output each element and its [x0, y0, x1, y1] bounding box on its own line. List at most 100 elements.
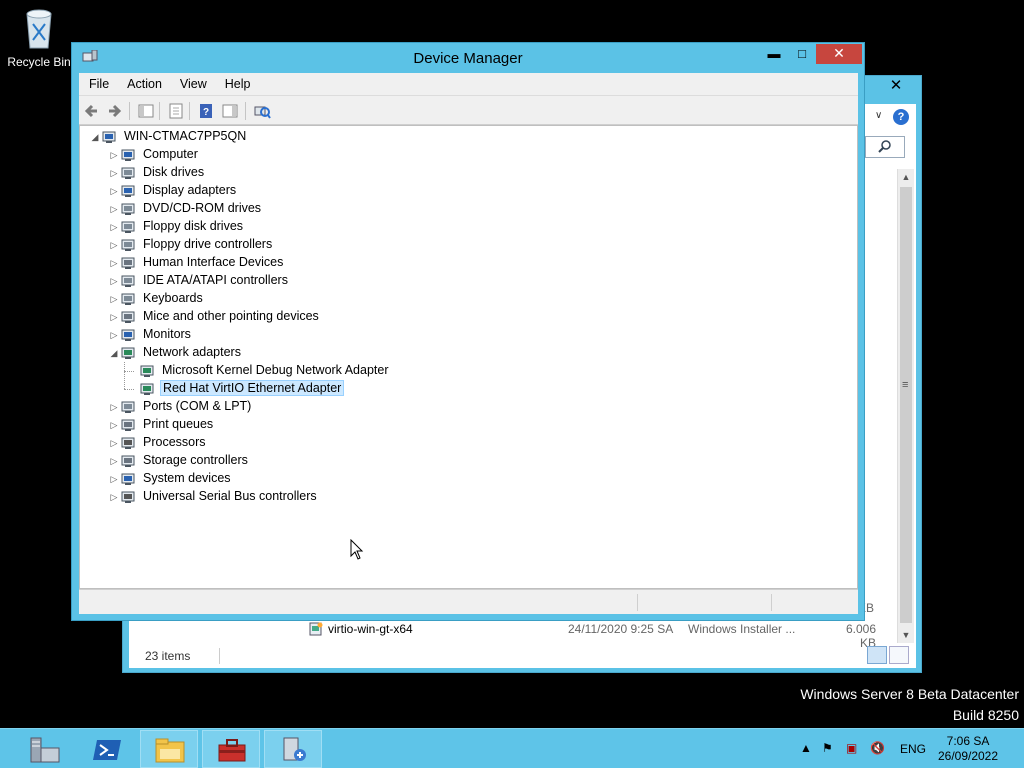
- explorer-close-button[interactable]: ✕: [871, 76, 921, 96]
- items-count: 23 items: [145, 649, 191, 663]
- network-error-icon[interactable]: ▣: [846, 741, 857, 755]
- scrollbar-thumb[interactable]: [900, 187, 912, 623]
- tree-node-label: Display adapters: [143, 183, 237, 197]
- tree-node-label: Storage controllers: [143, 453, 248, 467]
- menu-help[interactable]: Help: [215, 73, 259, 91]
- taskbar-powershell[interactable]: [78, 730, 136, 768]
- device-manager-window[interactable]: Device Manager ▬ □ ✕ File Action View Help …: [71, 42, 865, 621]
- tree-node-label: Mice and other pointing devices: [143, 309, 319, 323]
- close-button[interactable]: ✕: [816, 44, 862, 64]
- expand-arrow-icon[interactable]: ▷: [109, 454, 119, 468]
- help-book-icon[interactable]: ?: [197, 102, 215, 120]
- clock-date: 26/09/2022: [937, 749, 999, 763]
- details-view-icon[interactable]: [867, 646, 887, 664]
- title-bar[interactable]: Device Manager ▬ □ ✕: [72, 43, 864, 73]
- taskbar-toolbox[interactable]: [202, 730, 260, 768]
- scroll-grip-icon: ≡: [902, 379, 909, 391]
- status-bar: [79, 589, 858, 614]
- taskbar-device-manager[interactable]: [264, 730, 322, 768]
- recycle-bin-shortcut[interactable]: Recycle Bin: [4, 6, 74, 69]
- expand-arrow-icon[interactable]: ▷: [109, 328, 119, 342]
- mouse-icon: [121, 311, 135, 323]
- watermark-build: Build 8250: [952, 707, 1019, 723]
- speaker-muted-icon[interactable]: 🔇: [870, 741, 885, 755]
- collapse-arrow-icon[interactable]: ◢: [90, 130, 100, 144]
- printer-icon: [121, 419, 135, 431]
- watermark-edition: Windows Server 8 Beta Datacenter: [800, 686, 1019, 702]
- dvd-drive-icon: [121, 203, 135, 215]
- expand-arrow-icon[interactable]: ▷: [109, 310, 119, 324]
- show-hidden-icons-icon[interactable]: ▲: [800, 741, 812, 755]
- file-date: 24/11/2020 9:25 SA: [568, 622, 674, 636]
- action-center-flag-icon[interactable]: ⚑: [822, 741, 833, 755]
- minimize-button[interactable]: ▬: [761, 44, 787, 64]
- tree-node-label: Computer: [143, 147, 198, 161]
- show-hide-console-tree-icon[interactable]: [137, 102, 155, 120]
- forward-arrow-icon[interactable]: [105, 102, 123, 120]
- tree-node-label: Monitors: [143, 327, 191, 341]
- scan-hardware-changes-icon[interactable]: [253, 102, 271, 120]
- action-pane-icon[interactable]: [221, 102, 239, 120]
- installer-file-icon: [309, 622, 323, 636]
- search-icon: [878, 140, 891, 153]
- large-icons-view-icon[interactable]: [889, 646, 909, 664]
- expand-arrow-icon[interactable]: ▷: [109, 472, 119, 486]
- clock[interactable]: 7:06 SA 26/09/2022: [930, 734, 1006, 764]
- clock-time: 7:06 SA: [946, 734, 990, 748]
- scroll-down-icon[interactable]: ▼: [898, 627, 914, 643]
- expand-arrow-icon[interactable]: ▷: [109, 166, 119, 180]
- input-language[interactable]: ENG: [900, 742, 926, 756]
- powershell-icon: [93, 740, 121, 760]
- processor-icon: [121, 437, 135, 449]
- expand-arrow-icon[interactable]: ▷: [109, 238, 119, 252]
- back-arrow-icon[interactable]: [83, 102, 101, 120]
- expand-arrow-icon[interactable]: ▷: [109, 256, 119, 270]
- tree-node-label: Keyboards: [143, 291, 203, 305]
- expand-arrow-icon[interactable]: ▷: [109, 202, 119, 216]
- recycle-bin-icon: [26, 9, 52, 49]
- menu-bar: File Action View Help: [79, 73, 858, 95]
- properties-icon[interactable]: [167, 102, 185, 120]
- computer-root-icon: [102, 131, 116, 143]
- menu-action[interactable]: Action: [117, 73, 170, 91]
- expand-arrow-icon[interactable]: ▷: [109, 418, 119, 432]
- expand-arrow-icon[interactable]: ▷: [109, 292, 119, 306]
- status-divider: [219, 648, 220, 664]
- ribbon-expand-icon[interactable]: ∨: [875, 110, 882, 121]
- tree-node-label: Disk drives: [143, 165, 205, 179]
- tree-node-label: Ports (COM & LPT): [143, 399, 252, 413]
- tree-node-label: Universal Serial Bus controllers: [143, 489, 317, 503]
- tree-node-label: Red Hat VirtIO Ethernet Adapter: [160, 380, 345, 396]
- taskbar-server-manager[interactable]: [16, 730, 74, 768]
- menu-file[interactable]: File: [79, 73, 117, 91]
- expand-arrow-icon[interactable]: ▷: [109, 436, 119, 450]
- tree-node-label: Print queues: [143, 417, 214, 431]
- expand-arrow-icon[interactable]: ▷: [109, 490, 119, 504]
- expand-arrow-icon[interactable]: ▷: [109, 220, 119, 234]
- ide-controller-icon: [121, 275, 135, 287]
- usb-icon: [121, 491, 135, 503]
- file-list-row[interactable]: virtio-win-gt-x64 24/11/2020 9:25 SA Win…: [308, 621, 878, 650]
- disk-drive-icon: [121, 167, 135, 179]
- recycle-bin-label: Recycle Bin: [7, 55, 71, 69]
- expand-arrow-icon[interactable]: ▷: [109, 148, 119, 162]
- file-explorer-icon: [155, 738, 185, 763]
- scroll-up-icon[interactable]: ▲: [898, 169, 914, 185]
- maximize-button[interactable]: □: [789, 44, 815, 64]
- tree-node-label: WIN-CTMAC7PP5QN: [124, 129, 247, 143]
- expand-arrow-icon[interactable]: ▷: [109, 184, 119, 198]
- os-watermark: Windows Server 8 Beta Datacenter Build 8…: [800, 684, 1019, 726]
- expand-arrow-icon[interactable]: ▷: [109, 400, 119, 414]
- device-manager-icon: [283, 737, 306, 761]
- expand-arrow-icon[interactable]: ▷: [109, 274, 119, 288]
- collapse-arrow-icon[interactable]: ◢: [109, 346, 119, 360]
- help-icon[interactable]: ?: [893, 109, 909, 125]
- network-adapter-icon: [121, 347, 135, 359]
- view-switcher: [867, 646, 911, 667]
- menu-view[interactable]: View: [170, 73, 215, 91]
- taskbar-file-explorer[interactable]: [140, 730, 198, 768]
- explorer-vertical-scrollbar[interactable]: ▲ ≡ ▼: [897, 169, 914, 643]
- device-tree[interactable]: ◢ WIN-CTMAC7PP5QN ▷ Computer ▷ Disk drives ▷ Di…: [79, 125, 858, 589]
- storage-controller-icon: [121, 455, 135, 467]
- explorer-search-box[interactable]: [865, 136, 905, 158]
